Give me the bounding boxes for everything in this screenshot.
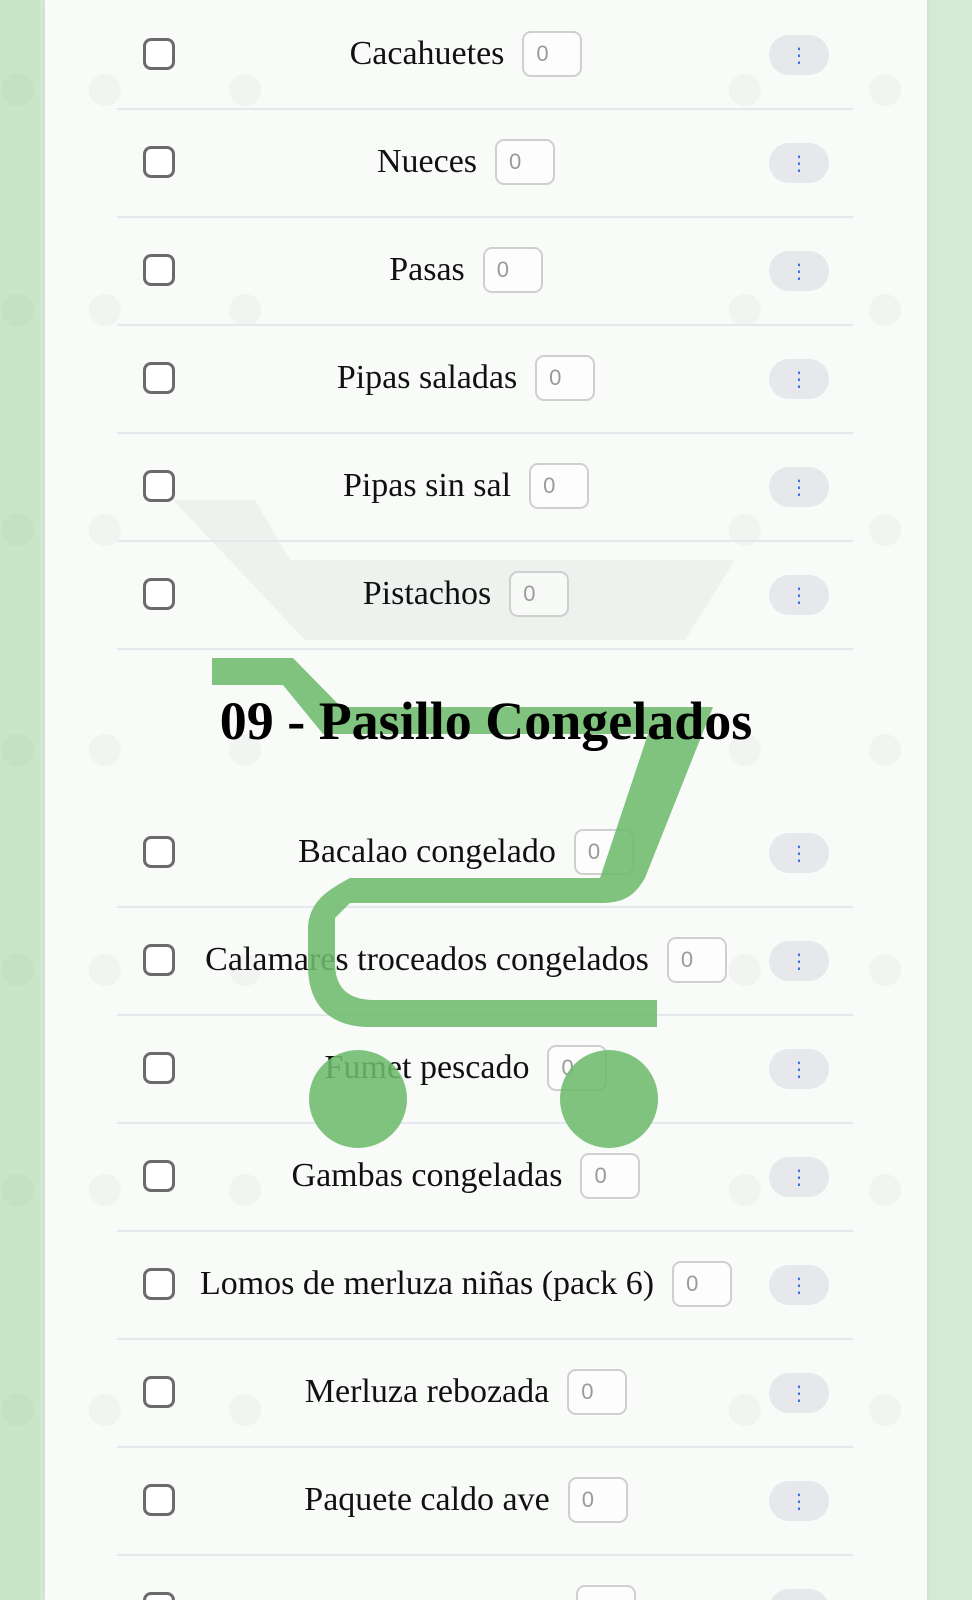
list-item: Nueces 0 ⋮ xyxy=(117,108,853,218)
quantity-input[interactable]: 0 xyxy=(495,139,556,185)
list-item: Gambas congeladas 0 ⋮ xyxy=(117,1122,853,1232)
kebab-menu-button[interactable]: ⋮ xyxy=(769,1157,829,1197)
quantity-input[interactable]: 0 xyxy=(482,247,543,293)
item-label: Gambas congeladas xyxy=(291,1157,563,1194)
item-label: Cacahuetes xyxy=(349,35,505,72)
checkbox-icon[interactable] xyxy=(143,578,175,610)
quantity-input[interactable]: 0 xyxy=(573,829,634,875)
kebab-menu-button[interactable]: ⋮ xyxy=(769,1373,829,1413)
checkbox-icon[interactable] xyxy=(143,1484,175,1516)
list-item: Cacahuetes 0 ⋮ xyxy=(117,0,853,110)
checkbox-icon[interactable] xyxy=(143,1376,175,1408)
list-item: Pipas saladas 0 ⋮ xyxy=(117,324,853,434)
item-label: Lomos de merluza niñas (pack 6) xyxy=(199,1265,655,1302)
kebab-menu-button[interactable]: ⋮ xyxy=(769,1265,829,1305)
quantity-input[interactable]: 0 xyxy=(666,937,727,983)
list-item: Merluza rebozada 0 ⋮ xyxy=(117,1338,853,1448)
item-label: Fumet pescado xyxy=(324,1049,530,1086)
quantity-input[interactable]: 0 xyxy=(522,31,583,77)
item-label: Pipas sin sal xyxy=(342,467,512,504)
quantity-input[interactable]: 0 xyxy=(567,1369,628,1415)
checkbox-icon[interactable] xyxy=(143,1592,175,1600)
checkbox-icon[interactable] xyxy=(143,254,175,286)
item-label: Paquete caldo ave xyxy=(304,1481,550,1518)
checkbox-icon[interactable] xyxy=(143,146,175,178)
list-item: Pistachos 0 ⋮ xyxy=(117,540,853,650)
kebab-menu-button[interactable]: ⋮ xyxy=(769,467,829,507)
kebab-menu-button[interactable]: ⋮ xyxy=(769,251,829,291)
section-title: 09 - Pasillo Congelados xyxy=(219,691,753,751)
quantity-input[interactable]: 0 xyxy=(535,355,596,401)
item-label: Bacalao congelado xyxy=(298,833,556,870)
quantity-input[interactable]: 0 xyxy=(529,463,590,509)
checkbox-icon[interactable] xyxy=(143,944,175,976)
checkbox-icon[interactable] xyxy=(143,1268,175,1300)
list-item: Bacalao congelado 0 ⋮ xyxy=(117,798,853,908)
kebab-menu-button[interactable]: ⋮ xyxy=(769,143,829,183)
quantity-input[interactable]: 0 xyxy=(567,1477,628,1523)
quantity-input[interactable]: 0 xyxy=(672,1261,733,1307)
kebab-menu-button[interactable]: ⋮ xyxy=(769,941,829,981)
quantity-input[interactable]: 0 xyxy=(547,1045,608,1091)
list-item: Pasas 0 ⋮ xyxy=(117,216,853,326)
item-label: Pistachos xyxy=(362,575,492,612)
checkbox-icon[interactable] xyxy=(143,362,175,394)
item-label: Calamares troceados congelados xyxy=(205,941,649,978)
quantity-input[interactable]: 0 xyxy=(580,1153,641,1199)
item-label: Nueces xyxy=(376,143,478,180)
kebab-menu-button[interactable] xyxy=(769,1589,829,1600)
item-label: Pasas xyxy=(389,251,465,288)
checkbox-icon[interactable] xyxy=(143,1160,175,1192)
item-label: Merluza rebozada xyxy=(304,1373,550,1410)
kebab-menu-button[interactable]: ⋮ xyxy=(769,35,829,75)
checkbox-icon[interactable] xyxy=(143,38,175,70)
shopping-list-panel: Cacahuetes 0 ⋮ Nueces 0 ⋮ Pasas 0 ⋮ Pipa… xyxy=(45,0,927,1600)
quantity-input[interactable] xyxy=(576,1585,636,1600)
item-label: Pipas saladas xyxy=(336,359,518,396)
list-item: Lomos de merluza niñas (pack 6) 0 ⋮ xyxy=(117,1230,853,1340)
checkbox-icon[interactable] xyxy=(143,470,175,502)
list-item xyxy=(117,1554,853,1600)
kebab-menu-button[interactable]: ⋮ xyxy=(769,575,829,615)
checkbox-icon[interactable] xyxy=(143,836,175,868)
list-item: Calamares troceados congelados 0 ⋮ xyxy=(117,906,853,1016)
kebab-menu-button[interactable]: ⋮ xyxy=(769,1049,829,1089)
quantity-input[interactable]: 0 xyxy=(509,571,570,617)
kebab-menu-button[interactable]: ⋮ xyxy=(769,833,829,873)
list-item: Pipas sin sal 0 ⋮ xyxy=(117,432,853,542)
list-item: Fumet pescado 0 ⋮ xyxy=(117,1014,853,1124)
checkbox-icon[interactable] xyxy=(143,1052,175,1084)
kebab-menu-button[interactable]: ⋮ xyxy=(769,1481,829,1521)
list-item: Paquete caldo ave 0 ⋮ xyxy=(117,1446,853,1556)
kebab-menu-button[interactable]: ⋮ xyxy=(769,359,829,399)
